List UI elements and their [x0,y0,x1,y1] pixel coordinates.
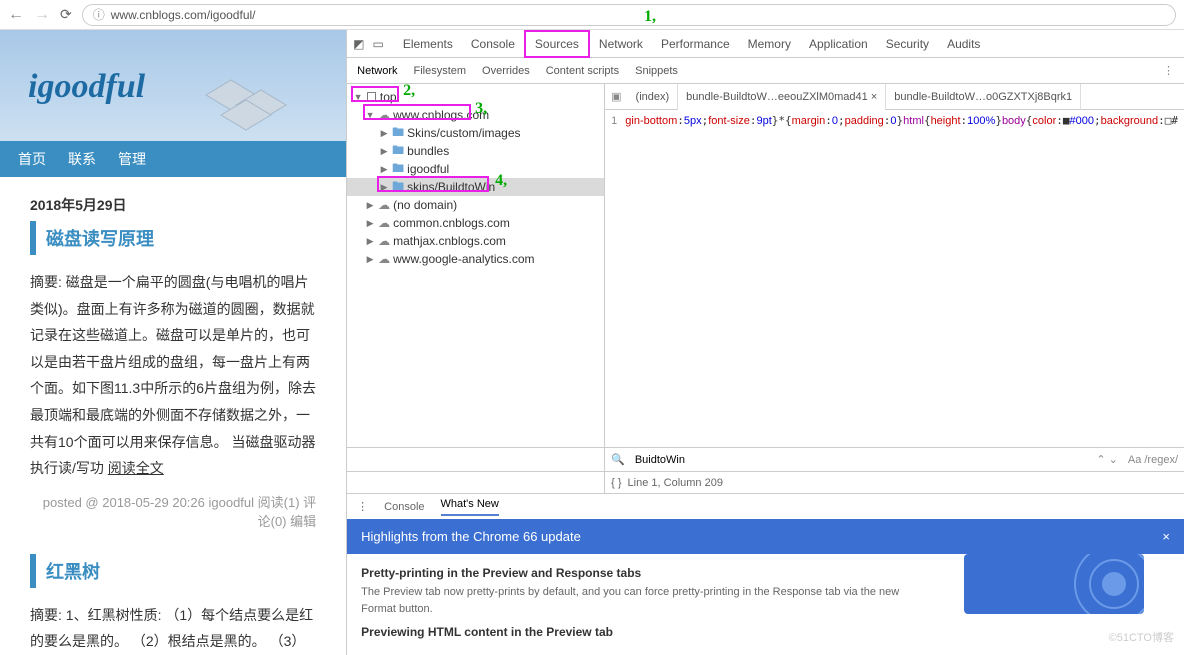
device-icon[interactable]: ▭ [372,37,383,51]
tab-network[interactable]: Network [590,30,652,58]
highlights-h2: Previewing HTML content in the Preview t… [361,625,1170,639]
post-meta-1: posted @ 2018-05-29 20:26 igoodful 阅读(1)… [30,492,316,530]
search-bar: 🔍 ⌃ ⌄ Aa /regex/ [347,447,1184,471]
tab-performance[interactable]: Performance [652,30,739,58]
tree-folder[interactable]: ▶🖿 Skins/custom/images [347,124,604,142]
post-title-1[interactable]: 磁盘读写原理 [30,221,316,255]
post-summary-1: 摘要: 磁盘是一个扁平的圆盘(与电唱机的唱片类似)。盘面上有许多称为磁道的圆圈，… [30,269,316,482]
forward-button[interactable]: → [34,6,50,24]
highlights-p1: The Preview tab now pretty-prints by def… [361,584,901,617]
reload-button[interactable]: ⟳ [60,6,72,23]
more-icon[interactable]: ⋮ [1163,64,1174,77]
tab-application[interactable]: Application [800,30,877,58]
tree-folder-selected[interactable]: ▶🖿 skins/BuildtoWin [347,178,604,196]
nav-files-icon[interactable]: ▣ [605,90,627,103]
read-more-1[interactable]: 阅读全文 [108,460,164,476]
code-content[interactable]: 1gin-bottom:5px;font-size:9pt}*{margin:0… [605,110,1184,447]
status-bar: { }Line 1, Column 209 [347,471,1184,493]
post-title-2[interactable]: 红黑树 [30,554,316,588]
drawer-tab-whatsnew[interactable]: What's New [441,498,499,516]
tree-top[interactable]: ▼☐ top [347,88,604,106]
drawer-tabs: ⋮ Console What's New [347,493,1184,519]
nav-home[interactable]: 首页 [18,149,46,169]
search-icon[interactable]: 🔍 [611,453,625,466]
browser-toolbar: ← → ⟳ ⓘ www.cnblogs.com/igoodful/ [0,0,1184,30]
tree-domain[interactable]: ▼☁ www.cnblogs.com [347,106,604,124]
subtab-snippets[interactable]: Snippets [635,65,678,77]
tab-security[interactable]: Security [877,30,938,58]
search-input[interactable] [635,454,1087,466]
tree-other[interactable]: ▶☁ common.cnblogs.com [347,214,604,232]
tab-elements[interactable]: Elements [394,30,462,58]
devtools-tabs: ◩ ▭ Elements Console Sources Network Per… [347,30,1184,58]
tab-console[interactable]: Console [462,30,524,58]
code-area: ▣ (index) bundle-BuildtoW…eeouZXlM0mad41… [605,84,1184,447]
tab-sources[interactable]: Sources [524,30,590,58]
tree-other[interactable]: ▶☁ mathjax.cnblogs.com [347,232,604,250]
file-tree: ▼☐ top ▼☁ www.cnblogs.com ▶🖿 Skins/custo… [347,84,605,447]
code-tab-index[interactable]: (index) [628,84,679,110]
code-tab-bundle1[interactable]: bundle-BuildtoW…eeouZXlM0mad41 × [678,84,886,110]
tree-folder[interactable]: ▶🖿 igoodful [347,160,604,178]
info-icon: ⓘ [93,6,105,23]
highlights-body: Pretty-printing in the Preview and Respo… [347,554,1184,655]
highlights-graphic [964,554,1144,614]
nav-admin[interactable]: 管理 [118,149,146,169]
highlights-banner: Highlights from the Chrome 66 update × [347,519,1184,554]
close-icon[interactable]: × [1162,529,1170,544]
cursor-status: Line 1, Column 209 [628,477,723,489]
code-tabs: ▣ (index) bundle-BuildtoW…eeouZXlM0mad41… [605,84,1184,110]
post-date: 2018年5月29日 [30,195,316,215]
watermark: ©51CTO博客 [1109,629,1174,645]
page-content: igoodful 首页 联系 管理 2018年5月29日 磁盘读写原理 摘要: … [0,30,346,655]
subtab-content-scripts[interactable]: Content scripts [546,65,619,77]
tab-audits[interactable]: Audits [938,30,989,58]
address-bar[interactable]: ⓘ www.cnblogs.com/igoodful/ [82,4,1176,26]
tree-other[interactable]: ▶☁ www.google-analytics.com [347,250,604,268]
subtab-network[interactable]: Network [357,65,397,77]
blog-nav: 首页 联系 管理 [0,141,346,177]
tree-other[interactable]: ▶☁ (no domain) [347,196,604,214]
subtab-filesystem[interactable]: Filesystem [413,65,466,77]
subtab-overrides[interactable]: Overrides [482,65,530,77]
highlights-title: Highlights from the Chrome 66 update [361,529,581,544]
regex-toggle[interactable]: Aa /regex/ [1128,454,1178,466]
drawer-menu-icon[interactable]: ⋮ [357,500,368,513]
nav-contact[interactable]: 联系 [68,149,96,169]
header-decoration [186,55,306,150]
tab-memory[interactable]: Memory [739,30,800,58]
blog-header: igoodful 首页 联系 管理 [0,30,346,177]
post-summary-2: 摘要: 1、红黑树性质: （1）每个结点要么是红的要么是黑的。 （2）根结点是黑… [30,602,316,655]
sources-subtabs: Network Filesystem Overrides Content scr… [347,58,1184,84]
inspect-icon[interactable]: ◩ [353,37,364,51]
devtools: ◩ ▭ Elements Console Sources Network Per… [346,30,1184,655]
drawer-tab-console[interactable]: Console [384,501,424,513]
back-button[interactable]: ← [8,6,24,24]
code-tab-bundle2[interactable]: bundle-BuildtoW…o0GZXTXj8Bqrk1 [886,84,1081,110]
blog-title[interactable]: igoodful [28,68,145,106]
url-text: www.cnblogs.com/igoodful/ [111,8,256,22]
tree-folder[interactable]: ▶🖿 bundles [347,142,604,160]
